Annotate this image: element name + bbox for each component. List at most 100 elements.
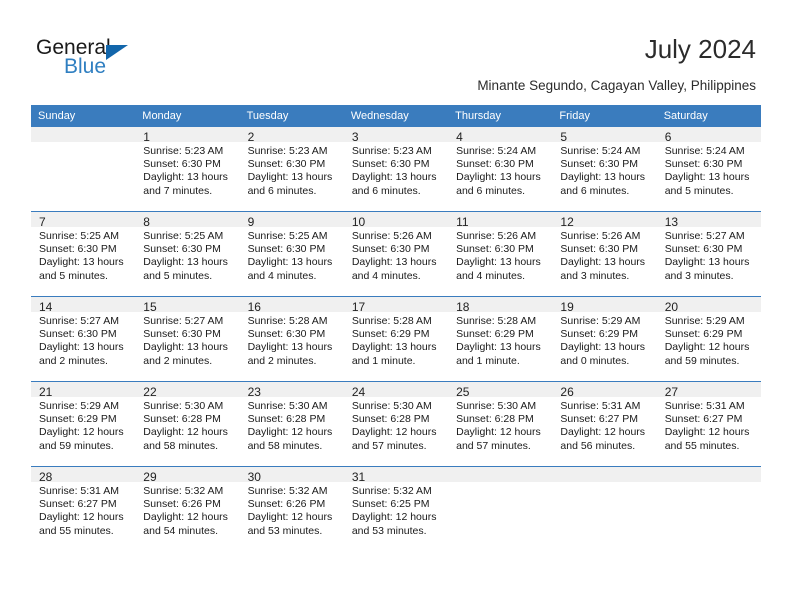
daylight-text: Daylight: 12 hours (664, 341, 750, 354)
day-cell-content: 19 Sunrise: 5:29 AM Sunset: 6:29 PM Dayligh… (552, 297, 657, 381)
calendar-day-cell[interactable]: 14 Sunrise: 5:27 AM Sunset: 6:30 PM Dayligh… (31, 296, 136, 382)
daylight-text: Daylight: 13 hours (143, 341, 228, 354)
calendar-day-cell[interactable]: 25 Sunrise: 5:30 AM Sunset: 6:28 PM Dayligh… (448, 381, 553, 467)
page-header: General Blue July 2024 Minante Segundo, … (0, 0, 792, 104)
daylight-text-cont: and 1 minute. (456, 354, 520, 367)
calendar-day-cell[interactable]: 31 Sunrise: 5:32 AM Sunset: 6:25 PM Dayligh… (343, 466, 449, 551)
calendar-day-cell[interactable]: 9 Sunrise: 5:25 AM Sunset: 6:30 PM Daylight… (239, 211, 344, 297)
calendar-day-cell[interactable]: 7 Sunrise: 5:25 AM Sunset: 6:30 PM Daylight… (31, 211, 136, 297)
day-number (656, 467, 761, 482)
daylight-text-cont: and 4 minutes. (456, 269, 526, 282)
day-details: Sunrise: 5:23 AM Sunset: 6:30 PM Daylight:… (344, 142, 448, 198)
calendar-day-cell[interactable]: 15 Sunrise: 5:27 AM Sunset: 6:30 PM Dayligh… (135, 296, 240, 382)
daylight-text-cont: and 58 minutes. (143, 439, 218, 452)
calendar-day-cell[interactable]: 28 Sunrise: 5:31 AM Sunset: 6:27 PM Dayligh… (31, 466, 136, 551)
day-number: 24 (343, 382, 449, 399)
weekday-header-tuesday: Tuesday (239, 105, 344, 127)
sunrise-text: Sunrise: 5:27 AM (664, 230, 745, 242)
calendar-day-cell[interactable]: 13 Sunrise: 5:27 AM Sunset: 6:30 PM Dayligh… (656, 211, 761, 297)
calendar-day-cell[interactable]: 11 Sunrise: 5:26 AM Sunset: 6:30 PM Dayligh… (448, 211, 553, 297)
calendar-day-cell[interactable]: 6 Sunrise: 5:24 AM Sunset: 6:30 PM Daylight… (656, 127, 761, 212)
day-cell-content: 21 Sunrise: 5:29 AM Sunset: 6:29 PM Dayligh… (31, 382, 136, 466)
daylight-text: Daylight: 13 hours (560, 171, 646, 184)
daylight-text-cont: and 6 minutes. (456, 184, 526, 197)
sunrise-text: Sunrise: 5:24 AM (664, 145, 745, 157)
daylight-text: Daylight: 12 hours (39, 426, 124, 439)
daylight-text-cont: and 5 minutes. (143, 269, 213, 282)
day-details: Sunrise: 5:31 AM Sunset: 6:27 PM Daylight:… (657, 397, 761, 453)
day-cell-content: 1 Sunrise: 5:23 AM Sunset: 6:30 PM Daylight… (135, 127, 240, 211)
triangle-icon (106, 45, 128, 60)
daylight-text-cont: and 6 minutes. (351, 184, 421, 197)
day-number: 21 (31, 382, 136, 399)
calendar-day-cell[interactable]: 19 Sunrise: 5:29 AM Sunset: 6:29 PM Dayligh… (552, 296, 657, 382)
calendar-day-cell[interactable]: 17 Sunrise: 5:28 AM Sunset: 6:29 PM Dayligh… (343, 296, 449, 382)
sunset-text: Sunset: 6:29 PM (560, 328, 639, 341)
calendar-day-cell[interactable]: 30 Sunrise: 5:32 AM Sunset: 6:26 PM Dayligh… (239, 466, 344, 551)
day-cell-content: 10 Sunrise: 5:26 AM Sunset: 6:30 PM Dayligh… (343, 212, 449, 296)
sunrise-text: Sunrise: 5:26 AM (456, 230, 537, 242)
calendar-day-cell[interactable]: 27 Sunrise: 5:31 AM Sunset: 6:27 PM Dayligh… (656, 381, 761, 467)
weekday-header-friday: Friday (552, 105, 657, 127)
daylight-text: Daylight: 12 hours (351, 511, 437, 524)
calendar-empty-cell (656, 466, 761, 551)
calendar-day-cell[interactable]: 1 Sunrise: 5:23 AM Sunset: 6:30 PM Daylight… (135, 127, 240, 212)
calendar-day-cell[interactable]: 29 Sunrise: 5:32 AM Sunset: 6:26 PM Dayligh… (135, 466, 240, 551)
day-number: 9 (239, 212, 344, 229)
sunset-text: Sunset: 6:30 PM (664, 243, 743, 256)
day-number: 8 (135, 212, 240, 229)
sunrise-text: Sunrise: 5:29 AM (560, 315, 641, 327)
day-cell-content: 12 Sunrise: 5:26 AM Sunset: 6:30 PM Dayligh… (552, 212, 657, 296)
daylight-text-cont: and 6 minutes. (560, 184, 630, 197)
brand-logo[interactable]: General Blue (36, 36, 186, 82)
day-details: Sunrise: 5:26 AM Sunset: 6:30 PM Daylight:… (552, 227, 656, 283)
sunrise-text: Sunrise: 5:29 AM (39, 400, 119, 412)
daylight-text: Daylight: 13 hours (143, 256, 228, 269)
calendar-day-cell[interactable]: 20 Sunrise: 5:29 AM Sunset: 6:29 PM Dayligh… (656, 296, 761, 382)
day-number: 1 (135, 127, 240, 144)
daylight-text: Daylight: 13 hours (560, 256, 646, 269)
calendar-day-cell[interactable]: 8 Sunrise: 5:25 AM Sunset: 6:30 PM Daylight… (135, 211, 240, 297)
calendar-day-cell[interactable]: 26 Sunrise: 5:31 AM Sunset: 6:27 PM Dayligh… (552, 381, 657, 467)
daylight-text: Daylight: 13 hours (39, 341, 124, 354)
calendar-week-row: 28 Sunrise: 5:31 AM Sunset: 6:27 PM Dayligh… (31, 466, 761, 551)
sunset-text: Sunset: 6:30 PM (247, 158, 326, 171)
daylight-text-cont: and 55 minutes. (39, 524, 114, 537)
day-cell-content: 23 Sunrise: 5:30 AM Sunset: 6:28 PM Dayligh… (239, 382, 344, 466)
day-cell-content: 26 Sunrise: 5:31 AM Sunset: 6:27 PM Dayligh… (552, 382, 657, 466)
calendar-day-cell[interactable]: 2 Sunrise: 5:23 AM Sunset: 6:30 PM Daylight… (239, 127, 344, 212)
sunrise-text: Sunrise: 5:23 AM (143, 145, 224, 157)
sunrise-text: Sunrise: 5:25 AM (39, 230, 119, 242)
calendar-day-cell[interactable]: 12 Sunrise: 5:26 AM Sunset: 6:30 PM Dayligh… (552, 211, 657, 297)
day-details: Sunrise: 5:25 AM Sunset: 6:30 PM Daylight:… (240, 227, 344, 283)
daylight-text-cont: and 54 minutes. (143, 524, 218, 537)
sunset-text: Sunset: 6:28 PM (456, 413, 534, 426)
calendar-day-cell[interactable]: 4 Sunrise: 5:24 AM Sunset: 6:30 PM Daylight… (448, 127, 553, 212)
calendar-empty-cell (31, 127, 136, 212)
calendar-day-cell[interactable]: 10 Sunrise: 5:26 AM Sunset: 6:30 PM Dayligh… (343, 211, 449, 297)
daylight-text-cont: and 3 minutes. (664, 269, 734, 282)
day-number: 20 (656, 297, 761, 314)
sunset-text: Sunset: 6:30 PM (560, 243, 639, 256)
sunset-text: Sunset: 6:29 PM (39, 413, 117, 426)
calendar-day-cell[interactable]: 24 Sunrise: 5:30 AM Sunset: 6:28 PM Dayligh… (343, 381, 449, 467)
daylight-text-cont: and 5 minutes. (664, 184, 734, 197)
calendar-day-cell[interactable]: 21 Sunrise: 5:29 AM Sunset: 6:29 PM Dayligh… (31, 381, 136, 467)
day-details: Sunrise: 5:32 AM Sunset: 6:26 PM Daylight:… (240, 482, 344, 538)
sunrise-text: Sunrise: 5:23 AM (351, 145, 432, 157)
calendar-day-cell[interactable]: 23 Sunrise: 5:30 AM Sunset: 6:28 PM Dayligh… (239, 381, 344, 467)
calendar-day-cell[interactable]: 22 Sunrise: 5:30 AM Sunset: 6:28 PM Dayligh… (135, 381, 240, 467)
weekday-header-monday: Monday (135, 105, 240, 127)
calendar-day-cell[interactable]: 3 Sunrise: 5:23 AM Sunset: 6:30 PM Daylight… (343, 127, 449, 212)
weekday-header-wednesday: Wednesday (343, 105, 449, 127)
day-number: 17 (343, 297, 449, 314)
daylight-text: Daylight: 12 hours (664, 426, 750, 439)
daylight-text: Daylight: 13 hours (456, 341, 541, 354)
day-cell-content: 20 Sunrise: 5:29 AM Sunset: 6:29 PM Dayligh… (656, 297, 761, 381)
daylight-text-cont: and 7 minutes. (143, 184, 213, 197)
calendar-day-cell[interactable]: 16 Sunrise: 5:28 AM Sunset: 6:30 PM Dayligh… (239, 296, 344, 382)
daylight-text-cont: and 57 minutes. (456, 439, 531, 452)
calendar-day-cell[interactable]: 18 Sunrise: 5:28 AM Sunset: 6:29 PM Dayligh… (448, 296, 553, 382)
daylight-text: Daylight: 12 hours (247, 426, 333, 439)
calendar-day-cell[interactable]: 5 Sunrise: 5:24 AM Sunset: 6:30 PM Daylight… (552, 127, 657, 212)
